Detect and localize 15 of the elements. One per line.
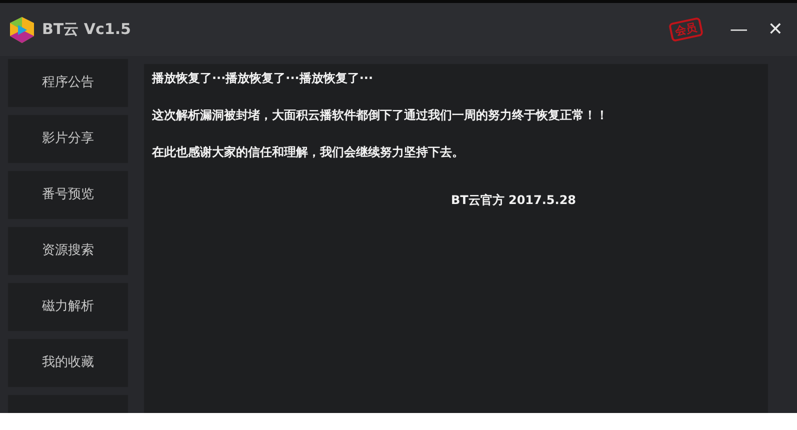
close-button[interactable]: ✕ [762, 18, 789, 42]
announcement-text: 在此也感谢大家的信任和理解，我们会继续努力坚持下去。 [152, 144, 465, 160]
sidebar-button[interactable]: 我的收藏 [8, 339, 128, 387]
window-title: BT云 Vc1.5 [42, 19, 131, 40]
signature-text: BT云官方 2017.5.28 [450, 192, 578, 208]
minimize-button[interactable]: — [724, 18, 754, 42]
sidebar-button[interactable]: 程序公告 [8, 59, 128, 107]
sidebar-button[interactable]: 资源搜索 [8, 227, 128, 275]
app-logo-icon [8, 16, 36, 44]
announcement-text: 这次解析漏洞被封堵，大面积云播软件都倒下了通过我们一周的努力终于恢复正常！！ [152, 107, 609, 123]
member-stamp: 会员 [668, 16, 704, 42]
sidebar-button[interactable]: 番号预览 [8, 171, 128, 219]
sidebar-button[interactable]: 磁力解析 [8, 283, 128, 331]
announcement-text: 播放恢复了···播放恢复了···播放恢复了··· [152, 70, 374, 86]
sidebar-button[interactable]: 影片分享 [8, 115, 128, 163]
